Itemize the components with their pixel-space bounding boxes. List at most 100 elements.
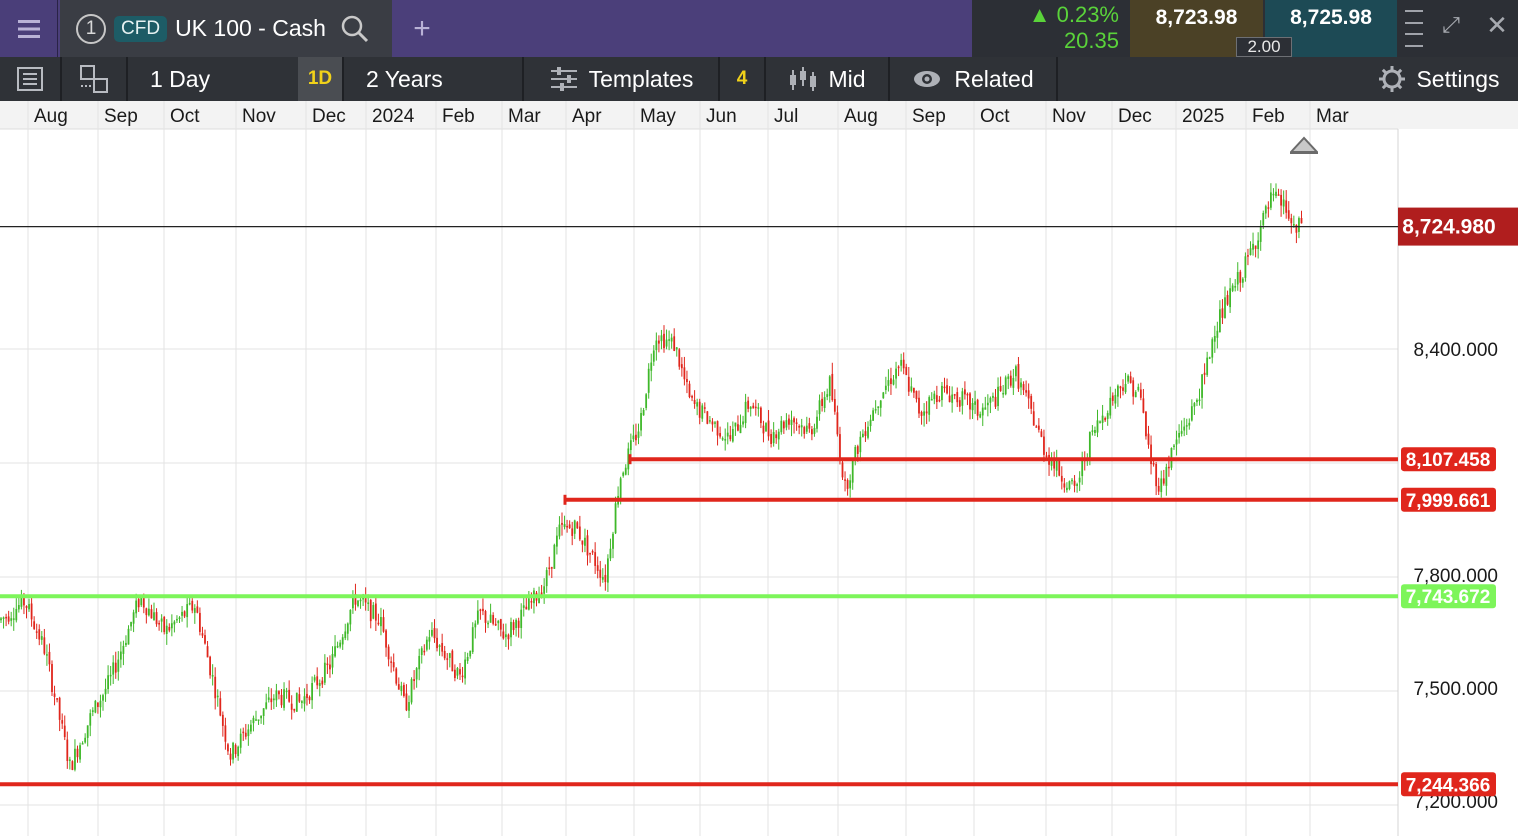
candle-body	[749, 406, 752, 409]
search-icon[interactable]	[340, 14, 370, 44]
candle-body	[510, 621, 512, 638]
candle-body	[635, 434, 637, 441]
candle-body	[451, 650, 454, 672]
candle-body	[974, 401, 976, 405]
candle-body	[688, 383, 691, 398]
list-view-button[interactable]	[0, 57, 60, 101]
candle-body	[1160, 478, 1163, 493]
candle-body	[869, 419, 872, 427]
add-tab-button[interactable]: +	[394, 0, 450, 57]
candle-body	[298, 694, 301, 702]
candlestick-series	[0, 183, 1303, 772]
candle-body	[887, 380, 890, 386]
candle-body	[775, 434, 778, 439]
interval-dropdown[interactable]: 1 Day	[128, 57, 296, 101]
candle-body	[344, 631, 347, 639]
close-icon[interactable]: ✕	[1482, 10, 1512, 40]
candle-body	[1040, 431, 1043, 437]
candle-body	[879, 400, 882, 408]
candle-body	[293, 708, 296, 711]
related-button[interactable]: Related	[890, 57, 1056, 101]
interval-shortcut[interactable]: 1D	[298, 57, 342, 101]
horizontal-lines[interactable]: 8,107.458 7,999.661 7,743.672 7,244.366	[0, 447, 1496, 797]
candle-body	[102, 695, 104, 701]
candle-body	[543, 586, 546, 594]
candle-body	[642, 409, 645, 416]
candle-body	[1239, 271, 1242, 283]
candle-body	[1030, 396, 1033, 409]
candle-body	[984, 407, 987, 410]
price-chart[interactable]: Aug Sep Oct Nov Dec 2024 Feb Mar Apr May Jun Jul Aug…	[0, 101, 1518, 836]
candle-body	[1025, 390, 1027, 393]
candle-body	[239, 733, 242, 748]
candle-body	[89, 713, 92, 726]
candle-body	[201, 633, 204, 636]
candle-body	[897, 366, 900, 369]
candle-body	[7, 616, 10, 622]
candle-body	[566, 525, 568, 528]
candle-body	[1122, 387, 1124, 391]
expand-icon[interactable]: ⤢	[1436, 12, 1466, 42]
price-type-button[interactable]: Mid	[766, 57, 888, 101]
candle-body	[836, 412, 839, 435]
candle-body	[981, 407, 984, 416]
candle-body	[186, 604, 189, 618]
candle-body	[285, 690, 288, 693]
candle-body	[1241, 278, 1244, 283]
candle-body	[380, 616, 382, 627]
candle-body	[97, 702, 99, 707]
instrument-tab[interactable]: 1 CFD UK 100 - Cash	[60, 0, 392, 57]
candle-body	[724, 439, 727, 441]
candle-body	[260, 715, 262, 719]
layout-button[interactable]	[62, 57, 126, 101]
candle-body	[614, 503, 617, 534]
candle-body	[425, 639, 428, 650]
time-axis-label: Aug	[844, 106, 878, 127]
settings-button[interactable]: Settings	[1360, 57, 1518, 101]
candle-body	[785, 420, 788, 428]
candle-body	[647, 368, 650, 393]
candle-body	[920, 412, 923, 416]
templates-button[interactable]: Templates	[524, 57, 718, 101]
current-price-line: 8,724.980	[0, 207, 1518, 246]
candle-body	[958, 400, 961, 407]
scroll-to-latest-icon[interactable]	[1290, 136, 1318, 154]
candle-body	[522, 605, 525, 608]
candle-body	[1277, 194, 1280, 196]
candle-body	[714, 422, 716, 424]
candle-body	[928, 397, 931, 415]
vertical-grid	[27, 101, 1311, 836]
eye-icon	[914, 71, 941, 87]
candle-body	[910, 386, 913, 391]
drag-handle-icon[interactable]	[1400, 0, 1428, 57]
candle-body	[828, 376, 831, 397]
menu-button[interactable]	[0, 0, 58, 57]
candle-body	[142, 598, 145, 608]
candle-body	[10, 618, 13, 621]
candle-body	[1287, 210, 1290, 219]
candle-body	[321, 680, 324, 685]
candle-body	[1027, 390, 1030, 399]
candle-body	[619, 478, 622, 499]
candle-body	[1275, 191, 1277, 196]
candle-body	[1129, 376, 1132, 383]
candle-body	[318, 682, 321, 686]
horizontal-line-price-label: 7,244.366	[1406, 775, 1491, 796]
candle-body	[1267, 207, 1270, 209]
chart-canvas[interactable]: Aug Sep Oct Nov Dec 2024 Feb Mar Apr May Jun Jul Aug…	[0, 101, 1518, 836]
studies-count-button[interactable]: 4	[720, 57, 764, 101]
candle-body	[270, 698, 273, 703]
candle-body	[76, 748, 79, 758]
candle-body	[515, 619, 517, 629]
candle-body	[479, 609, 482, 611]
range-dropdown[interactable]: 2 Years	[344, 57, 522, 101]
candle-body	[726, 432, 729, 437]
candle-body	[163, 616, 166, 633]
time-axis-label: Mar	[508, 106, 541, 127]
candle-body	[1249, 248, 1252, 255]
candle-body	[1168, 466, 1170, 469]
time-axis-label: Aug	[34, 106, 68, 127]
candle-body	[1257, 240, 1260, 250]
candle-body	[196, 606, 199, 613]
candle-body	[892, 379, 895, 385]
